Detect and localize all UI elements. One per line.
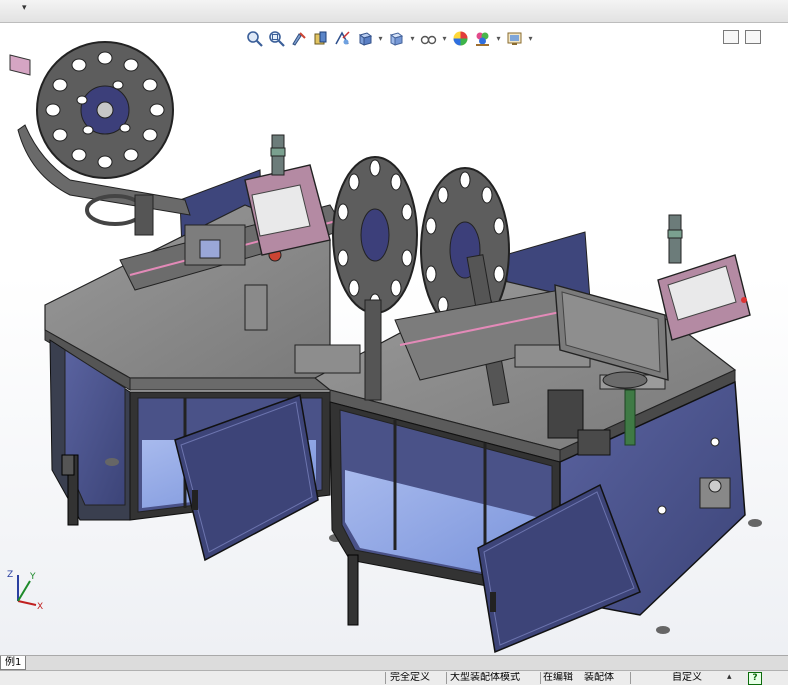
triad-x-label: X — [37, 602, 43, 611]
left-leg-bracket — [61, 454, 75, 476]
end-panel-hole-2 — [657, 505, 667, 515]
status-mode: 大型装配体模式 — [450, 672, 520, 683]
toolbar-dropdown-arrow[interactable]: ▾ — [22, 3, 27, 13]
reel-stand — [134, 194, 154, 236]
right-emergency-stop — [741, 297, 747, 303]
model-tabs: 例1 — [0, 655, 788, 670]
middle-reel-1 — [332, 156, 418, 314]
status-separator — [540, 672, 541, 684]
top-toolbar-strip: ▾ — [0, 0, 788, 23]
units-caret-icon[interactable]: ▴ — [727, 672, 732, 682]
status-document: 装配体 — [584, 672, 614, 683]
right-door-handle — [490, 592, 496, 612]
left-signal-tower-light — [270, 147, 286, 157]
status-units[interactable]: 自定义 — [672, 672, 722, 684]
coordinate-triad: Z Y X — [7, 570, 43, 611]
reel-tension-bracket — [9, 54, 31, 76]
status-editing: 在编辑 — [543, 672, 573, 683]
left-table-edge-side — [129, 377, 331, 391]
status-separator — [385, 672, 386, 684]
right-signal-tower-light — [667, 229, 683, 239]
left-material-reel — [36, 41, 174, 179]
green-post — [624, 389, 636, 446]
triad-y-label: Y — [29, 572, 36, 582]
right-foot-1 — [656, 626, 670, 634]
monitor-base — [602, 371, 648, 389]
left-cutter-column — [244, 284, 268, 331]
tab-model[interactable]: 例1 — [0, 656, 27, 670]
graphics-area[interactable]: ▾ ▾ ▾ ▾ ▾ Z Y X — [0, 23, 788, 655]
status-separator — [446, 672, 447, 684]
status-separator — [630, 672, 631, 684]
left-door-handle — [192, 490, 198, 510]
help-icon[interactable]: ? — [748, 672, 762, 685]
pressure-gauge — [708, 479, 722, 493]
left-foot-1 — [105, 458, 119, 466]
right-collector-box — [577, 429, 611, 456]
right-leg-front — [347, 554, 359, 626]
right-foot-2 — [748, 519, 762, 527]
status-definition: 完全定义 — [390, 672, 430, 683]
right-signal-tower — [668, 214, 682, 264]
left-feeder-detail — [199, 239, 221, 259]
triad-z-label: Z — [7, 570, 13, 580]
left-slide-block — [294, 344, 361, 374]
assembly-model-view[interactable] — [0, 23, 788, 655]
end-panel-hole — [710, 437, 720, 447]
status-bar: 完全定义 大型装配体模式 在编辑 装配体 自定义 ▴ ? — [0, 670, 788, 685]
middle-reel-stand-1 — [364, 299, 382, 401]
